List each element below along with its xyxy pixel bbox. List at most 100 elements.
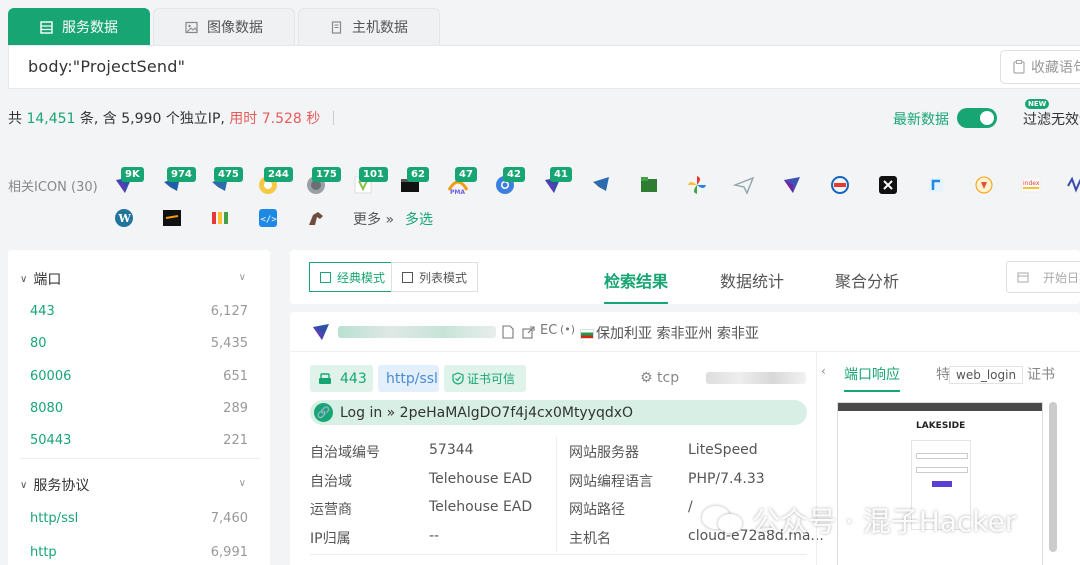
scrollbar[interactable] — [1049, 402, 1057, 552]
field-value[interactable]: Telehouse EAD — [429, 471, 532, 487]
port-chip[interactable]: 443 — [310, 365, 373, 392]
document-icon[interactable] — [502, 324, 514, 343]
tab-host-data[interactable]: 主机数据 — [298, 8, 440, 45]
redacted-host[interactable] — [338, 326, 496, 338]
page-title-bar[interactable]: 🔗 Log in » 2peHaMAlgDO7f4j4cx0MtyyqdxO — [310, 400, 807, 425]
paper-plane-icon[interactable] — [732, 174, 755, 196]
field-label: 自治域 — [310, 474, 352, 490]
external-link-icon[interactable] — [522, 324, 535, 343]
folder-icon[interactable] — [638, 174, 660, 196]
list-item[interactable]: 8080 289 — [30, 401, 248, 416]
favorite-query-button[interactable]: 收藏语句 — [1000, 50, 1080, 84]
list-item[interactable]: http/ssl 7,460 — [30, 511, 248, 526]
grid-icon — [320, 271, 331, 283]
transport-value: tcp — [657, 370, 680, 386]
wordpress-icon[interactable]: W — [113, 207, 135, 229]
list-item[interactable]: 80 5,435 — [30, 336, 248, 351]
tab-certificate[interactable]: 证书 — [1027, 364, 1055, 384]
protocol-chip[interactable]: http/ssl — [378, 365, 439, 392]
tab-search-results[interactable]: 检索结果 — [604, 268, 669, 304]
list-item[interactable]: http 6,991 — [30, 545, 248, 560]
item-key: 50443 — [30, 433, 72, 448]
list-item[interactable]: 443 6,127 — [30, 304, 248, 319]
favorite-label: 收藏语句 — [1031, 60, 1080, 76]
signal-icon: (•) — [560, 323, 576, 336]
projectsend-icon[interactable] — [590, 174, 612, 196]
x-icon[interactable] — [877, 174, 899, 196]
field-value: -- — [429, 528, 440, 544]
list-icon — [402, 271, 413, 283]
icon-count-badge: 47 — [455, 167, 477, 182]
search-bar[interactable]: body:"ProjectSend" 收藏语句 — [8, 45, 1080, 89]
icon-count-badge: 42 — [503, 167, 525, 182]
multi-select-link[interactable]: 多选 — [405, 209, 433, 229]
item-count: 289 — [223, 401, 248, 416]
tab-port-response[interactable]: 端口响应 — [844, 364, 900, 392]
tab-image-data[interactable]: 图像数据 — [153, 8, 295, 45]
chevron-down-icon: ∨ — [20, 479, 28, 491]
chevron-left-icon[interactable]: ‹ — [821, 364, 826, 378]
field-label: 网站服务器 — [569, 445, 639, 461]
screenshot-brand: LAKESIDE — [916, 421, 966, 431]
clipboard-icon — [1013, 60, 1025, 74]
filter-invalid-requests[interactable]: 过滤无效请求 — [1023, 109, 1080, 129]
index-icon[interactable]: index — [1020, 174, 1042, 196]
query-time: 用时 7.528 秒 — [229, 111, 321, 127]
more-icons-link[interactable]: 更多 » — [353, 209, 394, 229]
bars-icon[interactable] — [209, 207, 231, 229]
code-icon[interactable]: </> — [257, 207, 279, 229]
pinwheel-icon[interactable] — [686, 174, 708, 196]
tab-aggregate-analysis[interactable]: 聚合分析 — [835, 268, 899, 292]
website-screenshot[interactable]: LAKESIDE — [837, 402, 1043, 565]
gear-icon: ⚙ — [640, 370, 653, 386]
icon-count-badge: 62 — [407, 167, 429, 182]
collapse-icon[interactable]: ∨ — [239, 478, 246, 489]
latest-data-toggle[interactable] — [957, 108, 997, 128]
item-key: http — [30, 545, 57, 560]
list-item[interactable]: 50443 221 — [30, 433, 248, 448]
item-count: 7,460 — [210, 511, 248, 526]
port-section-header[interactable]: ∨ 端口 — [20, 269, 61, 289]
field-value[interactable]: 57344 — [429, 442, 474, 458]
list-item[interactable]: 60006 651 — [30, 369, 248, 384]
collapse-icon[interactable]: ∨ — [239, 272, 246, 283]
projectsend-icon[interactable] — [781, 174, 803, 196]
svg-text:index: index — [1023, 180, 1040, 187]
filter-sidebar: ∨ 端口 ∨ 443 6,127 80 5,435 60006 651 8080 289… — [8, 250, 270, 565]
ec-label: EC — [540, 323, 558, 338]
target-icon[interactable] — [829, 174, 851, 196]
screenshot-label: web_login — [949, 366, 1024, 384]
bulgaria-flag-icon — [580, 329, 594, 339]
page-title-text: Log in » 2peHaMAlgDO7f4j4cx0MtyyqdxO — [340, 404, 634, 421]
tab-service-data[interactable]: 服务数据 — [8, 8, 150, 45]
cert-trusted-chip[interactable]: 证书可信 — [444, 365, 526, 392]
field-label: 运营商 — [310, 502, 352, 518]
wave-icon[interactable] — [1066, 174, 1080, 196]
ip-count: 5,990 — [121, 111, 162, 127]
section-title: 端口 — [33, 272, 62, 288]
list-mode-button[interactable]: 列表模式 — [391, 262, 479, 292]
horse-icon[interactable] — [305, 207, 327, 229]
icon-count-badge: 974 — [167, 167, 196, 182]
screenshot-input — [916, 467, 968, 473]
dark-logo-icon[interactable] — [161, 207, 183, 229]
date-range-input[interactable]: 开始日期 — [1006, 261, 1080, 293]
badge-icon[interactable] — [973, 174, 995, 196]
field-value[interactable]: LiteSpeed — [688, 442, 758, 458]
chevron-down-icon: ∨ — [20, 273, 28, 285]
classic-mode-button[interactable]: 经典模式 — [309, 262, 397, 292]
tab-label: 服务数据 — [62, 20, 118, 36]
protocol-section-header[interactable]: ∨ 服务协议 — [20, 475, 89, 495]
mode-label: 经典模式 — [337, 270, 386, 285]
bookmark-icon[interactable] — [925, 174, 947, 196]
field-value[interactable]: Telehouse EAD — [429, 499, 532, 515]
item-key: 60006 — [30, 369, 72, 384]
field-value[interactable]: / — [688, 499, 693, 515]
field-label: 网站路径 — [569, 502, 625, 518]
item-key: 8080 — [30, 401, 64, 416]
icon-count-badge: 9K — [121, 167, 144, 182]
tab-data-stats[interactable]: 数据统计 — [720, 268, 784, 292]
search-input[interactable]: body:"ProjectSend" — [28, 57, 185, 76]
field-value[interactable]: PHP/7.4.33 — [688, 471, 765, 487]
double-chevron-right-icon: » — [385, 212, 395, 228]
